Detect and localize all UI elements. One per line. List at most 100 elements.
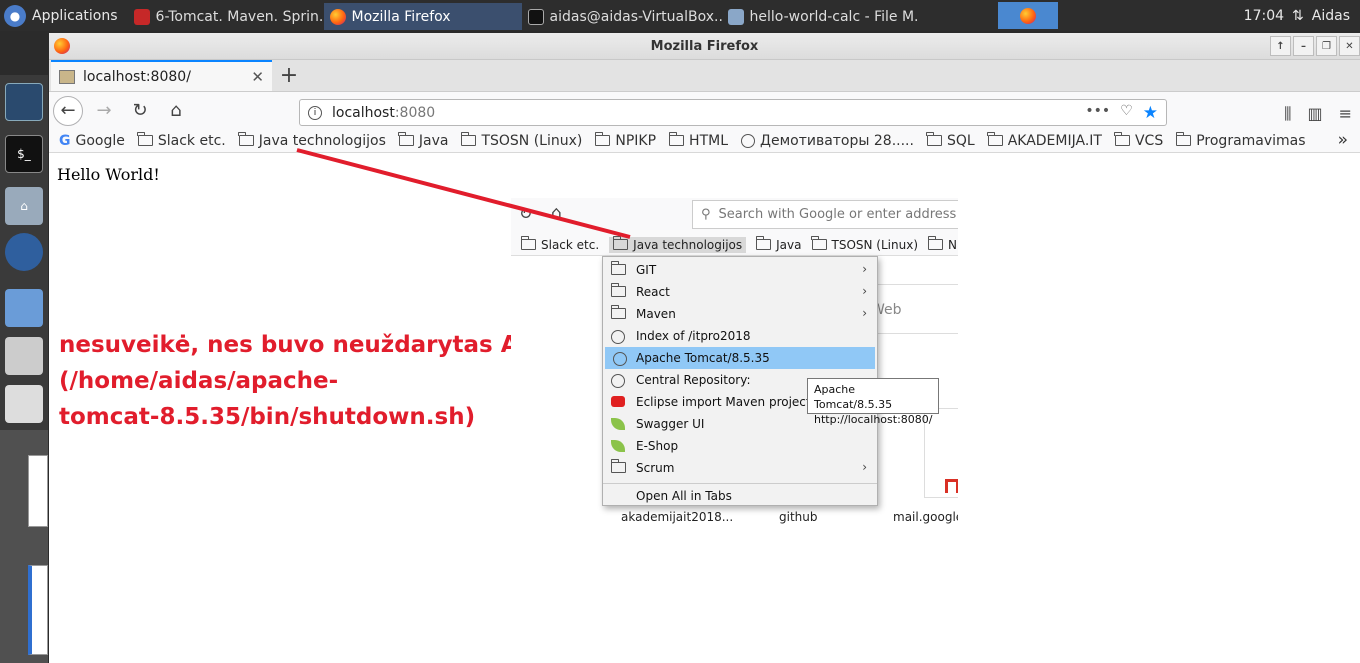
reload-button[interactable]: ↻ bbox=[125, 96, 155, 126]
folder-icon bbox=[610, 283, 626, 300]
task-firefox[interactable]: Mozilla Firefox bbox=[323, 3, 522, 30]
folder-icon bbox=[137, 132, 153, 146]
tooltip: Apache Tomcat/8.5.35 http://localhost:80… bbox=[807, 378, 939, 426]
forward-button[interactable]: → bbox=[89, 96, 119, 126]
new-tab-button[interactable]: + bbox=[272, 60, 306, 91]
library-icon[interactable]: ⫼ bbox=[1284, 104, 1291, 124]
bookmark-item[interactable]: VCS bbox=[1114, 132, 1163, 149]
sidebar-icon[interactable]: ▥ bbox=[1307, 104, 1322, 124]
google-icon: G bbox=[59, 132, 71, 149]
reload-icon: ↻ bbox=[519, 204, 533, 223]
url-host: localhost bbox=[332, 104, 395, 121]
inset-bookmark-item: Slack etc. bbox=[520, 236, 600, 252]
task-file-manager[interactable]: hello-world-calc - File M... bbox=[722, 3, 920, 30]
menu-item-label: E-Shop bbox=[636, 439, 679, 453]
globe-icon bbox=[613, 352, 627, 369]
tab-localhost[interactable]: localhost:8080/ ✕ bbox=[51, 60, 272, 91]
submenu-arrow-icon: › bbox=[862, 284, 867, 298]
applications-menu[interactable]: ● Applications bbox=[0, 0, 128, 31]
bookmark-star-icon[interactable]: ★ bbox=[1143, 103, 1158, 123]
bookmark-item[interactable]: HTML bbox=[668, 132, 728, 149]
firefox-window: Mozilla Firefox ↑ – ❐ ✕ localhost:8080/ … bbox=[49, 33, 1360, 663]
inset-search-box: ⚲ Search with Google or enter address bbox=[692, 200, 958, 229]
bookmark-item[interactable]: NPIKP bbox=[594, 132, 656, 149]
task-terminal[interactable]: aidas@aidas-VirtualBox... bbox=[522, 3, 722, 30]
inset-bookmark-label: Slack etc. bbox=[541, 237, 600, 252]
clock[interactable]: 17:04 bbox=[1244, 8, 1284, 24]
app-store-icon[interactable] bbox=[5, 337, 43, 375]
folder-icon[interactable] bbox=[5, 289, 43, 327]
menu-item-label: Eclipse import Maven project - Y bbox=[636, 395, 830, 409]
inset-bookmark-item: NPIKP bbox=[927, 236, 958, 252]
presentation-icon bbox=[133, 8, 150, 25]
back-button[interactable]: ← bbox=[53, 95, 83, 126]
folder-icon bbox=[727, 8, 744, 25]
search-tool-icon[interactable] bbox=[5, 385, 43, 423]
hamburger-menu-icon[interactable]: ≡ bbox=[1339, 104, 1352, 124]
close-tab-icon[interactable]: ✕ bbox=[251, 68, 264, 86]
folder-icon bbox=[610, 261, 626, 278]
submenu-arrow-icon: › bbox=[862, 306, 867, 320]
bookmark-item[interactable]: AKADEMIJA.IT bbox=[987, 132, 1102, 149]
xfce-logo-icon: ● bbox=[4, 4, 26, 27]
bookmark-item[interactable]: Java technologijos bbox=[238, 132, 386, 149]
embedded-screenshot: ↻ ⌂ ⚲ Search with Google or enter addres… bbox=[511, 198, 958, 550]
folder-icon bbox=[1175, 132, 1192, 146]
home-button[interactable]: ⌂ bbox=[161, 96, 191, 126]
menu-item-label: Swagger UI bbox=[636, 417, 705, 431]
home-icon: ⌂ bbox=[551, 203, 562, 223]
bookmark-item[interactable]: Slack etc. bbox=[137, 132, 226, 149]
page-actions-icon[interactable]: ••• bbox=[1085, 103, 1110, 123]
task-tomcat-presentation[interactable]: 6-Tomcat. Maven. Sprin... bbox=[128, 3, 324, 30]
bookmark-item[interactable]: SQL bbox=[926, 132, 975, 149]
inset-bookmark-item: Java bbox=[755, 236, 802, 252]
bookmark-item[interactable]: Демотиваторы 28..... bbox=[741, 133, 914, 149]
inset-bookmarks-row: Slack etc. Java technologijos Java TSOSN (L… bbox=[511, 234, 958, 256]
window-up-icon[interactable]: ↑ bbox=[1270, 36, 1291, 56]
bookmark-item[interactable]: Java bbox=[398, 132, 448, 149]
bookmark-item[interactable]: TSOSN (Linux) bbox=[460, 132, 582, 149]
workspace-thumbnail[interactable] bbox=[28, 565, 48, 655]
close-button[interactable]: ✕ bbox=[1339, 36, 1360, 56]
minimize-button[interactable]: – bbox=[1293, 36, 1314, 56]
folder-icon bbox=[926, 132, 942, 146]
leaf-icon bbox=[611, 418, 625, 433]
bookmark-label: Демотиваторы 28..... bbox=[760, 132, 914, 149]
hello-world-text: Hello World! bbox=[57, 165, 160, 184]
menu-item: Maven › bbox=[603, 303, 877, 325]
leaf-icon bbox=[611, 440, 625, 455]
dock: $_ ⌂ bbox=[0, 75, 48, 430]
workspace-thumbnail[interactable] bbox=[28, 455, 48, 527]
user-menu[interactable]: Aidas bbox=[1312, 8, 1350, 24]
folder-icon bbox=[1114, 132, 1130, 146]
inset-bookmark-label: NPIKP bbox=[948, 237, 958, 252]
url-bar[interactable]: i localhost:8080 ••• ♡ ★ bbox=[299, 99, 1167, 126]
search-icon: ⚲ bbox=[701, 207, 711, 222]
info-icon[interactable]: i bbox=[308, 105, 322, 120]
network-icon[interactable]: ⇅ bbox=[1292, 8, 1304, 24]
window-titlebar[interactable]: Mozilla Firefox ↑ – ❐ ✕ bbox=[49, 33, 1360, 60]
terminal-icon[interactable]: $_ bbox=[5, 135, 43, 173]
tab-label: localhost:8080/ bbox=[83, 68, 191, 85]
menu-item: Scrum › bbox=[603, 457, 877, 479]
bookmark-item[interactable]: G Google bbox=[59, 133, 125, 149]
submenu-arrow-icon: › bbox=[862, 460, 867, 474]
folder-icon bbox=[612, 236, 629, 250]
firefox-launcher[interactable] bbox=[998, 2, 1058, 29]
youtube-icon bbox=[611, 396, 625, 410]
firefox-icon bbox=[1020, 7, 1036, 24]
task-label: aidas@aidas-VirtualBox... bbox=[549, 8, 722, 25]
maximize-button[interactable]: ❐ bbox=[1316, 36, 1337, 56]
bookmark-item[interactable]: Programavimas bbox=[1175, 132, 1306, 149]
inset-bookmark-item: Java technologijos bbox=[609, 236, 747, 253]
inset-tile-label: github bbox=[779, 510, 818, 524]
web-browser-icon[interactable] bbox=[5, 233, 43, 271]
gmail-icon bbox=[945, 479, 958, 493]
home-folder-icon[interactable]: ⌂ bbox=[5, 187, 43, 225]
submenu-arrow-icon: › bbox=[862, 262, 867, 276]
desktop-icon[interactable] bbox=[5, 83, 43, 121]
more-bookmarks-icon[interactable]: » bbox=[1338, 130, 1348, 150]
pocket-icon[interactable]: ♡ bbox=[1120, 103, 1133, 123]
folder-icon bbox=[755, 236, 772, 250]
tooltip-url: http://localhost:8080/ bbox=[814, 413, 933, 426]
